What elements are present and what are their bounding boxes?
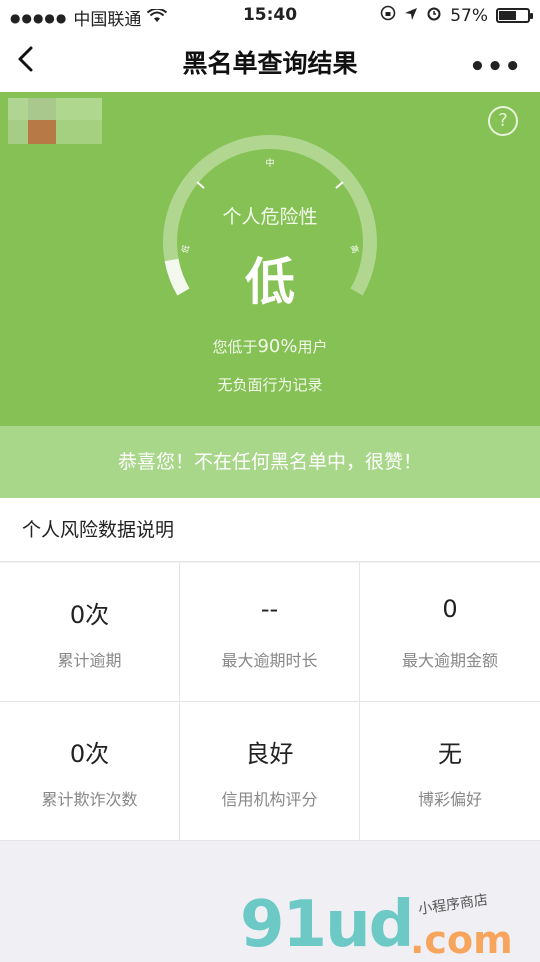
alarm-icon (426, 5, 442, 26)
stat-cell: 良好 信用机构评分 (180, 702, 360, 841)
stat-label: 最大逾期时长 (221, 651, 318, 670)
gauge-label-mid: 中 (265, 157, 274, 169)
battery-icon (496, 8, 533, 23)
nav-bar: 黑名单查询结果 ••• (0, 30, 540, 92)
stats-grid: 0次 累计逾期 -- 最大逾期时长 0 最大逾期金额 0次 累计欺诈次数 良好 信用机构评… (0, 563, 540, 841)
status-right: 57% (380, 5, 533, 26)
gauge-tick (335, 181, 344, 189)
percent-suffix: 用户 (297, 338, 328, 356)
stat-label: 最大逾期金额 (401, 651, 498, 670)
watermark-domain: .com (410, 918, 513, 962)
percent-value: 90% (257, 336, 298, 357)
percent-line: 您低于90%用户 (0, 336, 540, 357)
watermark-brand: 91ud (240, 888, 414, 962)
location-icon (404, 6, 418, 26)
stat-label: 累计逾期 (57, 651, 122, 670)
stat-cell: 0次累计逾期 (0, 563, 180, 702)
battery-percent: 57% (450, 5, 488, 26)
risk-hero: ? 中 低 高 个人危险性 低 您低于90%用户 无负面行为记录 (0, 92, 540, 426)
risk-value: 低 (245, 253, 295, 311)
stat-cell: 0 最大逾期金额 (360, 563, 540, 702)
stat-cell: 0次累计欺诈次数 (0, 702, 180, 841)
gauge-tick (196, 181, 205, 189)
stat-value: 无 (438, 740, 462, 768)
page-title: 黑名单查询结果 (182, 49, 358, 78)
stat-label: 信用机构评分 (221, 790, 318, 809)
percent-prefix: 您低于 (212, 338, 258, 356)
record-text: 无负面行为记录 (217, 376, 323, 394)
stat-value: 0次 (69, 601, 110, 629)
watermark-logo: 91ud 小程序商店 .com (240, 888, 540, 962)
congrats-banner: 恭喜您！不在任何黑名单中，很赞！ (0, 426, 540, 498)
stat-label: 累计欺诈次数 (41, 790, 138, 809)
more-options-button[interactable]: ••• (469, 52, 522, 82)
status-bar: ●●●●● 中国联通 15:40 57% (0, 0, 540, 30)
help-button[interactable]: ? (488, 106, 518, 136)
stat-value: 0次 (69, 740, 110, 768)
risk-label: 个人危险性 (222, 206, 318, 228)
stat-label: 博彩偏好 (417, 790, 482, 809)
stat-value: -- (260, 595, 279, 623)
stat-cell: 无博彩偏好 (360, 702, 540, 841)
section-title: 个人风险数据说明 (0, 498, 540, 562)
stat-value: 0 (442, 595, 458, 623)
stat-cell: -- 最大逾期时长 (180, 563, 360, 702)
rotation-lock-icon (380, 5, 396, 26)
stat-value: 良好 (245, 740, 294, 768)
watermark-tagline: 小程序商店 (417, 892, 489, 918)
avatar (8, 98, 102, 144)
